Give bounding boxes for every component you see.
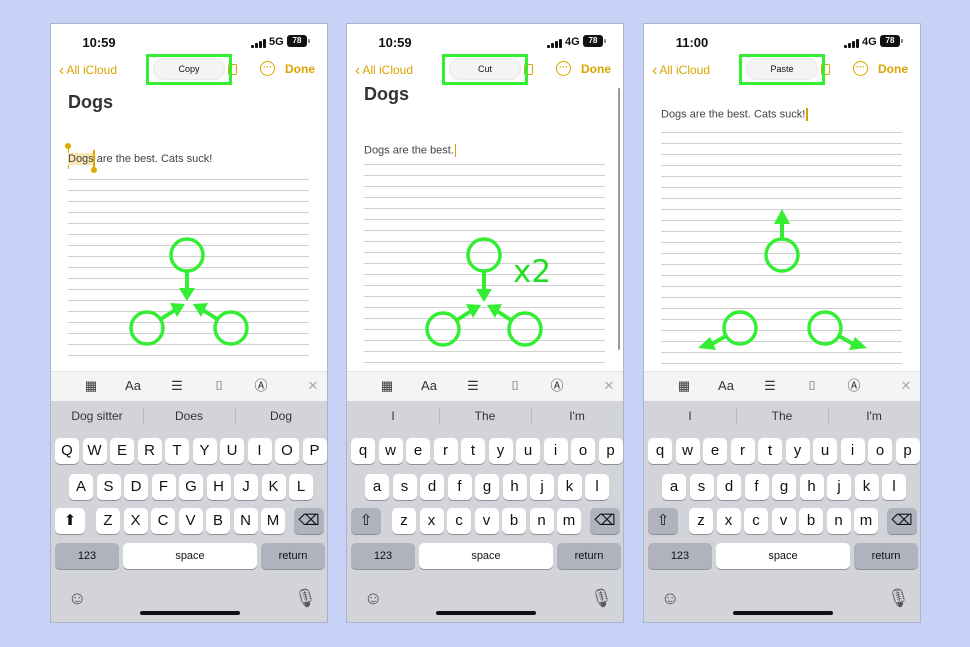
arrow-shaft-up-left: [495, 309, 513, 322]
arrow-head-up: [774, 209, 790, 224]
finger-circle-left: [129, 310, 165, 346]
phone-screen-copy: 10:59 5G 78 ‹ All iCloud Copy ··· Done Do…: [50, 23, 328, 623]
gesture-overlay: [425, 237, 543, 347]
finger-circle-right: [507, 311, 543, 347]
arrow-head-down: [476, 289, 492, 302]
gesture-overlay: [698, 209, 867, 350]
finger-circle-top: [169, 237, 205, 273]
finger-circle-top: [764, 237, 800, 273]
gesture-overlay: [129, 237, 249, 346]
arrow-shaft-up-right: [455, 309, 473, 322]
repeat-annotation: x2: [513, 254, 552, 290]
arrow-head-down: [179, 288, 195, 301]
finger-circle-right: [213, 310, 249, 346]
finger-circle-left: [425, 311, 461, 347]
phone-screen-cut: 10:59 4G 78 ‹ All iCloud Cut ··· Done Dog…: [346, 23, 624, 623]
finger-circle-top: [466, 237, 502, 273]
phone-screen-paste: 11:00 4G 78 ‹ All iCloud Paste ··· Done D…: [643, 23, 921, 623]
finger-circle-left: [722, 310, 758, 346]
arrow-shaft-up-right: [159, 308, 177, 321]
arrow-shaft-up-left: [201, 308, 219, 321]
finger-circle-right: [807, 310, 843, 346]
